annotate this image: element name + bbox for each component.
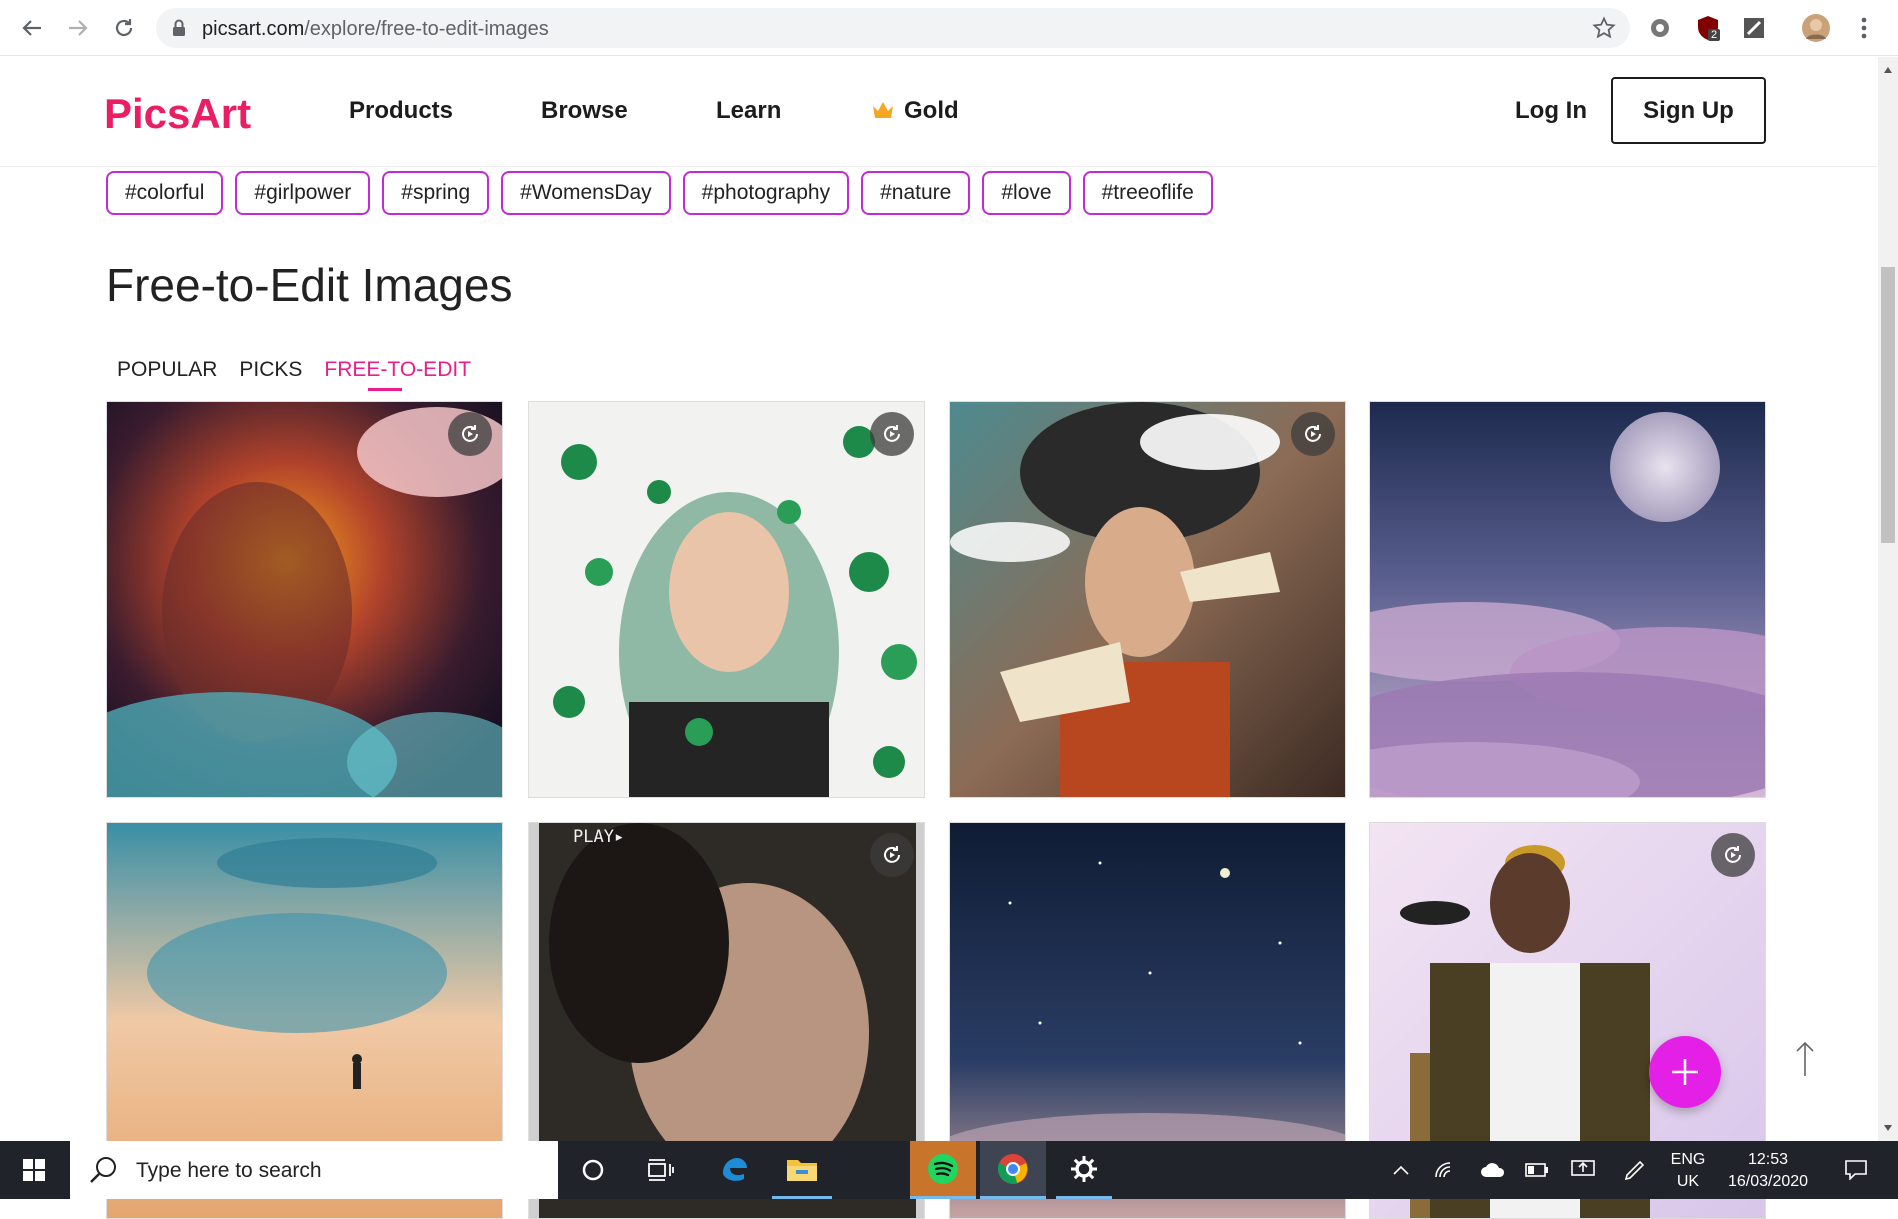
tag-chip[interactable]: #nature (861, 171, 971, 215)
tag-chip[interactable]: #love (982, 171, 1071, 215)
nav-gold-label: Gold (904, 97, 959, 124)
clock-time: 12:53 (1747, 1151, 1789, 1168)
play-label: PLAY▸ (573, 827, 625, 847)
create-plus-button[interactable] (1649, 1036, 1721, 1108)
picsart-logo[interactable]: PicsArt (104, 90, 251, 138)
extension-eye-icon[interactable] (1644, 12, 1676, 44)
taskbar-search-box[interactable]: Type here to search (70, 1141, 558, 1199)
signup-button[interactable]: Sign Up (1611, 77, 1766, 144)
tag-chip[interactable]: #colorful (106, 171, 224, 215)
tab-picks[interactable]: PICKS (239, 358, 302, 382)
nav-browse[interactable]: Browse (541, 97, 628, 125)
scroll-to-top-icon[interactable] (1794, 1040, 1816, 1083)
extension-badge: 2 (1708, 29, 1721, 41)
input-language[interactable]: ENG UK (1668, 1149, 1708, 1193)
pen-ink-icon[interactable] (1618, 1141, 1652, 1199)
image-card[interactable] (528, 401, 925, 798)
remix-icon[interactable] (870, 833, 914, 877)
onedrive-cloud-icon[interactable] (1476, 1141, 1510, 1199)
display-icon[interactable] (1566, 1141, 1600, 1199)
tag-chip[interactable]: #photography (682, 171, 850, 215)
wifi-icon[interactable] (1430, 1141, 1460, 1199)
windows-taskbar: Type here to search ENG UK 12:53 16/03/2… (0, 1141, 1898, 1199)
hashtag-list: #colorful #girlpower #spring #WomensDay … (106, 171, 1213, 215)
language-code: ENG (1670, 1151, 1706, 1168)
tag-chip[interactable]: #girlpower (235, 171, 371, 215)
bookmark-star-icon[interactable] (1592, 16, 1616, 45)
browser-toolbar: picsart.com/explore/free-to-edit-images … (0, 0, 1898, 56)
page-title: Free-to-Edit Images (106, 259, 513, 311)
remix-icon[interactable] (448, 412, 492, 456)
extension-tools-icon[interactable] (1738, 12, 1770, 44)
image-card[interactable] (106, 401, 503, 798)
nav-learn[interactable]: Learn (716, 97, 781, 125)
crown-icon (872, 99, 894, 127)
system-clock[interactable]: 12:53 16/03/2020 (1716, 1149, 1820, 1193)
battery-icon[interactable] (1520, 1141, 1554, 1199)
url-text: picsart.com/explore/free-to-edit-images (202, 18, 549, 40)
back-icon[interactable] (16, 12, 48, 44)
image-card[interactable] (1369, 401, 1766, 798)
green-hair-portrait-image (529, 402, 924, 797)
cortana-icon[interactable] (568, 1141, 618, 1199)
tab-free-to-edit[interactable]: FREE-TO-EDIT (324, 358, 471, 391)
task-view-icon[interactable] (636, 1141, 686, 1199)
tag-chip[interactable]: #WomensDay (501, 171, 671, 215)
site-header: PicsArt Products Browse Learn Gold Log I… (0, 57, 1878, 167)
tray-chevron-up-icon[interactable] (1388, 1141, 1414, 1199)
reload-icon[interactable] (108, 12, 140, 44)
colorful-portrait-image (107, 402, 502, 797)
search-icon (88, 1155, 118, 1190)
tag-chip[interactable]: #treeoflife (1082, 171, 1213, 215)
tag-chip[interactable]: #spring (382, 171, 490, 215)
notification-center-icon[interactable] (1836, 1141, 1876, 1199)
plus-icon (1672, 1059, 1698, 1085)
remix-icon[interactable] (1291, 412, 1335, 456)
image-card[interactable] (949, 401, 1346, 798)
tab-popular[interactable]: POPULAR (117, 358, 217, 382)
file-explorer-icon[interactable] (772, 1141, 832, 1199)
remix-icon[interactable] (1711, 833, 1755, 877)
address-bar[interactable]: picsart.com/explore/free-to-edit-images (156, 8, 1630, 48)
language-region: UK (1676, 1173, 1700, 1190)
scroll-thumb[interactable] (1881, 267, 1895, 543)
remix-icon[interactable] (870, 412, 914, 456)
search-placeholder: Type here to search (136, 1159, 322, 1182)
windows-start-icon[interactable] (12, 1141, 56, 1199)
chrome-icon[interactable] (980, 1141, 1046, 1199)
settings-gear-icon[interactable] (1056, 1141, 1112, 1199)
profile-avatar[interactable] (1800, 12, 1832, 44)
browser-menu-icon[interactable] (1848, 12, 1880, 44)
edge-browser-icon[interactable] (706, 1141, 762, 1199)
nav-products[interactable]: Products (349, 97, 453, 125)
moon-clouds-image (1370, 402, 1765, 797)
ublock-extension-icon[interactable]: 2 (1692, 12, 1724, 44)
forward-icon[interactable] (62, 12, 94, 44)
nav-gold[interactable]: Gold (872, 97, 959, 127)
filter-tabs: POPULAR PICKS FREE-TO-EDIT (117, 358, 471, 391)
scroll-up-arrow-icon[interactable] (1883, 61, 1893, 79)
scroll-down-arrow-icon[interactable] (1883, 1119, 1893, 1137)
page-scrollbar[interactable] (1878, 57, 1898, 1141)
clock-date: 16/03/2020 (1727, 1173, 1809, 1190)
login-link[interactable]: Log In (1515, 97, 1587, 125)
spotify-icon[interactable] (910, 1141, 976, 1199)
lock-icon (172, 19, 186, 42)
cherubs-book-portrait-image (950, 402, 1345, 797)
